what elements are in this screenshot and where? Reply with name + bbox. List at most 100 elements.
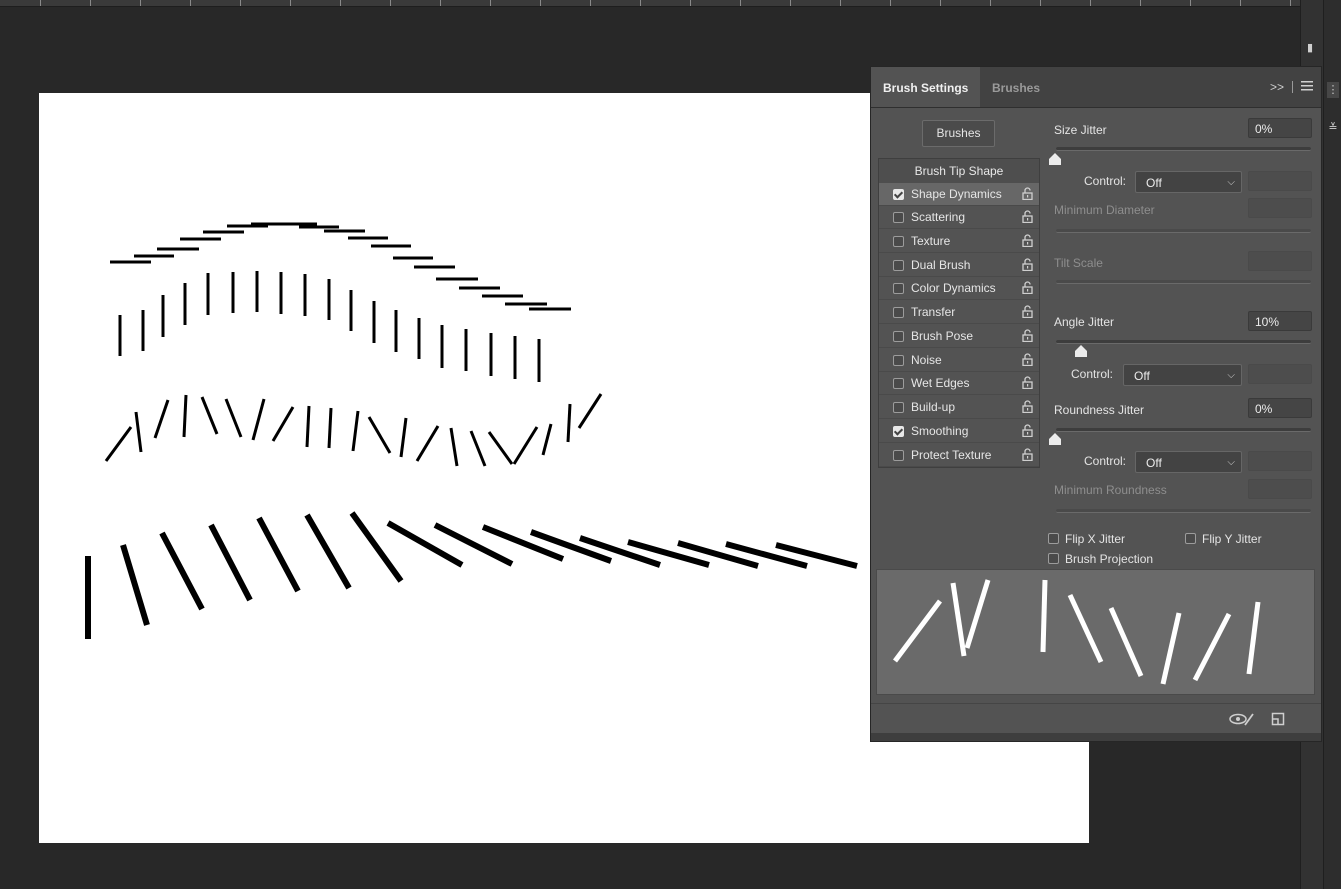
flip-y-checkbox[interactable] xyxy=(1185,533,1196,544)
option-checkbox[interactable] xyxy=(893,283,904,294)
option-label: Protect Texture xyxy=(911,448,992,462)
stroke-thick xyxy=(120,544,150,626)
list-item[interactable]: Protect Texture xyxy=(879,444,1039,467)
roundness-jitter-slider-thumb[interactable] xyxy=(1049,433,1061,445)
stroke-jitter xyxy=(271,406,295,442)
right-dock: ⋮ ≚ xyxy=(1323,0,1341,889)
flip-y-label: Flip Y Jitter xyxy=(1202,532,1262,546)
lock-icon[interactable] xyxy=(1022,329,1033,342)
lock-icon[interactable] xyxy=(1022,234,1033,247)
panel-resize-bar[interactable] xyxy=(871,733,1321,741)
option-label: Noise xyxy=(911,353,942,367)
angle-jitter-label: Angle Jitter xyxy=(1054,315,1115,329)
brush-projection-checkbox[interactable] xyxy=(1048,553,1059,564)
list-item[interactable]: Brush Pose xyxy=(879,325,1039,348)
angle-control-select[interactable]: Off ⌵ xyxy=(1123,364,1242,386)
toggle-preview-icon[interactable] xyxy=(1229,712,1255,726)
lock-icon[interactable] xyxy=(1022,187,1033,200)
ruler-tick xyxy=(40,0,41,6)
flip-x-checkbox[interactable] xyxy=(1048,533,1059,544)
option-label: Transfer xyxy=(911,305,956,319)
ruler-tick xyxy=(990,0,991,6)
list-item[interactable]: Texture xyxy=(879,230,1039,253)
option-label: Scattering xyxy=(911,210,966,224)
option-checkbox[interactable] xyxy=(893,331,904,342)
option-checkbox[interactable] xyxy=(893,212,904,223)
adjust-icon[interactable]: ≚ xyxy=(1327,120,1339,136)
size-jitter-input[interactable]: 0% xyxy=(1248,118,1312,138)
list-item[interactable]: Color Dynamics xyxy=(879,277,1039,300)
lock-icon[interactable] xyxy=(1022,400,1033,413)
option-checkbox[interactable] xyxy=(893,307,904,318)
angle-control-label: Control: xyxy=(1071,367,1114,381)
brush-projection-label: Brush Projection xyxy=(1065,552,1154,566)
roundness-jitter-input[interactable]: 0% xyxy=(1248,398,1312,418)
ruler-tick xyxy=(840,0,841,6)
lock-icon[interactable] xyxy=(1022,424,1033,437)
ruler-tick xyxy=(1140,0,1141,6)
list-item[interactable]: Smoothing xyxy=(879,420,1039,443)
lock-icon[interactable] xyxy=(1022,281,1033,294)
list-item[interactable]: Wet Edges xyxy=(879,372,1039,395)
brush-tip-shape-item[interactable]: Brush Tip Shape xyxy=(879,159,1039,184)
roundness-jitter-slider[interactable] xyxy=(1056,428,1311,432)
list-item[interactable]: Shape Dynamics xyxy=(879,183,1039,206)
lock-icon[interactable] xyxy=(1022,210,1033,223)
stroke-thick xyxy=(386,520,464,568)
size-control-select[interactable]: Off ⌵ xyxy=(1135,171,1242,193)
option-checkbox[interactable] xyxy=(893,378,904,389)
angle-jitter-input[interactable]: 10% xyxy=(1248,311,1312,331)
option-checkbox[interactable] xyxy=(893,189,904,200)
list-item[interactable]: Dual Brush xyxy=(879,254,1039,277)
brush-stroke-preview xyxy=(876,569,1315,695)
lock-icon[interactable] xyxy=(1022,353,1033,366)
angle-jitter-slider[interactable] xyxy=(1056,340,1311,344)
ruler-tick xyxy=(1290,0,1291,6)
tab-brush-settings[interactable]: Brush Settings xyxy=(871,67,981,107)
stroke-thick xyxy=(304,513,352,590)
list-item[interactable]: Build-up xyxy=(879,396,1039,419)
new-brush-icon[interactable] xyxy=(1271,712,1285,726)
roundness-control-select[interactable]: Off ⌵ xyxy=(1135,451,1242,473)
list-item[interactable]: Transfer xyxy=(879,301,1039,324)
expand-icon[interactable]: >> xyxy=(1270,80,1284,94)
preview-stroke xyxy=(1108,606,1144,678)
size-control-label: Control: xyxy=(1084,174,1127,188)
stroke-jitter xyxy=(566,403,572,443)
option-checkbox[interactable] xyxy=(893,450,904,461)
preview-stroke xyxy=(1246,601,1261,675)
lock-icon[interactable] xyxy=(1022,305,1033,318)
min-roundness-field xyxy=(1248,479,1312,499)
ruler-tick xyxy=(1040,0,1041,6)
ruler-tick xyxy=(940,0,941,6)
preview-stroke xyxy=(964,579,991,649)
min-roundness-slider xyxy=(1056,509,1311,513)
stroke-jitter xyxy=(182,394,188,438)
min-diameter-label: Minimum Diameter xyxy=(1054,203,1155,217)
lock-icon[interactable] xyxy=(1022,258,1033,271)
lock-icon[interactable] xyxy=(1022,376,1033,389)
stroke-jitter xyxy=(200,396,219,435)
option-checkbox[interactable] xyxy=(893,426,904,437)
stroke-jitter xyxy=(541,423,553,456)
option-checkbox[interactable] xyxy=(893,260,904,271)
tab-brushes[interactable]: Brushes xyxy=(980,67,1052,107)
option-checkbox[interactable] xyxy=(893,236,904,247)
lock-icon[interactable] xyxy=(1022,448,1033,461)
brushes-button[interactable]: Brushes xyxy=(922,120,995,147)
panel-icon[interactable]: ⋮ xyxy=(1327,82,1339,98)
list-item[interactable]: Noise xyxy=(879,349,1039,372)
chevron-down-icon: ⌵ xyxy=(1227,177,1235,188)
list-item[interactable]: Scattering xyxy=(879,206,1039,229)
size-jitter-slider-thumb[interactable] xyxy=(1049,153,1061,165)
panel-menu-icon[interactable] xyxy=(1301,80,1313,94)
properties-icon[interactable]: ▮ xyxy=(1304,40,1316,56)
size-jitter-slider[interactable] xyxy=(1056,147,1311,151)
option-checkbox[interactable] xyxy=(893,402,904,413)
option-label: Color Dynamics xyxy=(911,281,996,295)
ruler-tick xyxy=(340,0,341,6)
preview-strokes xyxy=(893,579,1261,685)
option-checkbox[interactable] xyxy=(893,355,904,366)
angle-jitter-slider-thumb[interactable] xyxy=(1074,345,1087,357)
option-label: Smoothing xyxy=(911,424,969,438)
